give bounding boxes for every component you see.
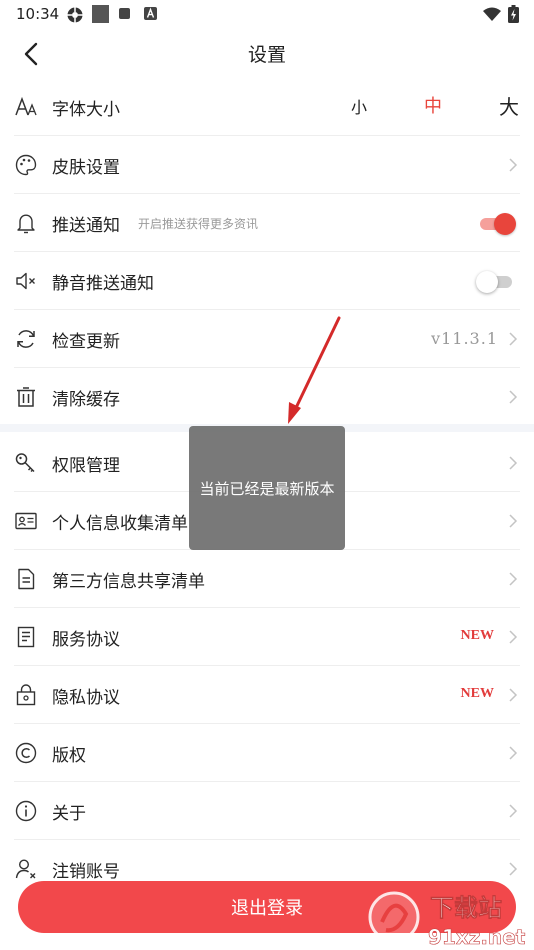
refresh-icon <box>17 330 35 348</box>
font-size-option-large[interactable]: 大 <box>499 91 519 120</box>
clear-cache-row[interactable]: 清除缓存 <box>0 368 534 426</box>
chevron-right-icon <box>509 158 518 172</box>
silent-push-row: 静音推送通知 <box>0 252 534 310</box>
font-size-row: 字体大小 小 中 大 <box>0 78 534 136</box>
copyright-row[interactable]: 版权 <box>0 724 534 782</box>
new-badge: NEW <box>460 686 494 701</box>
push-notification-row: 推送通知 开启推送获得更多资讯 <box>0 194 534 252</box>
document-icon <box>18 568 35 590</box>
service-agreement-row[interactable]: 服务协议 NEW <box>0 608 534 666</box>
chevron-right-icon <box>509 804 518 818</box>
copyright-icon <box>15 742 37 764</box>
chevron-right-icon <box>509 514 518 528</box>
privacy-agreement-label: 隐私协议 <box>52 688 120 708</box>
battery-charging-icon <box>508 5 519 23</box>
about-row[interactable]: 关于 <box>0 782 534 840</box>
version-value: v11.3.1 <box>431 329 498 348</box>
chevron-right-icon <box>509 688 518 702</box>
status-bar: 10:34 <box>0 0 534 30</box>
chevron-right-icon <box>509 862 518 876</box>
skin-settings-label: 皮肤设置 <box>52 158 120 178</box>
push-notification-label: 推送通知 <box>52 216 120 236</box>
chevron-right-icon <box>509 456 518 470</box>
speaker-mute-icon <box>16 272 35 290</box>
key-icon <box>15 453 35 473</box>
third-party-sharing-row[interactable]: 第三方信息共享清单 <box>0 550 534 608</box>
chevron-right-icon <box>509 746 518 760</box>
palette-icon <box>15 154 37 176</box>
chevron-right-icon <box>509 390 518 404</box>
settings-gear-notification-icon <box>67 7 83 23</box>
logout-button-label: 退出登录 <box>231 898 303 919</box>
new-badge: NEW <box>460 628 494 643</box>
chevron-right-icon <box>509 332 518 346</box>
chevron-right-icon <box>509 630 518 644</box>
skin-settings-row[interactable]: 皮肤设置 <box>0 136 534 194</box>
chevron-right-icon <box>509 572 518 586</box>
service-agreement-label: 服务协议 <box>52 630 120 650</box>
trash-icon <box>17 387 35 407</box>
top-bar: 设置 <box>0 30 534 76</box>
small-square-notification-icon <box>119 8 130 19</box>
copyright-label: 版权 <box>52 746 86 766</box>
lock-icon <box>16 684 36 706</box>
permission-management-label: 权限管理 <box>52 456 120 476</box>
silent-push-toggle[interactable] <box>476 270 516 293</box>
wifi-icon <box>483 7 501 21</box>
check-update-row[interactable]: 检查更新 v11.3.1 <box>0 310 534 368</box>
push-notification-hint: 开启推送获得更多资讯 <box>138 217 259 231</box>
clear-cache-label: 清除缓存 <box>52 390 120 410</box>
toast-message: 当前已经是最新版本 <box>199 479 335 498</box>
status-time: 10:34 <box>16 5 60 23</box>
silent-push-label: 静音推送通知 <box>52 274 154 294</box>
about-label: 关于 <box>52 804 86 824</box>
privacy-agreement-row[interactable]: 隐私协议 NEW <box>0 666 534 724</box>
square-notification-icon <box>92 5 109 23</box>
font-size-label: 字体大小 <box>52 100 120 120</box>
font-size-option-medium[interactable]: 中 <box>424 92 442 118</box>
user-remove-icon <box>15 859 36 879</box>
third-party-sharing-label: 第三方信息共享清单 <box>52 572 205 592</box>
toast: 当前已经是最新版本 <box>189 426 345 550</box>
personal-info-list-label: 个人信息收集清单 <box>52 514 188 534</box>
deregister-account-label: 注销账号 <box>52 862 120 882</box>
push-notification-toggle[interactable] <box>476 212 516 235</box>
id-card-icon <box>15 512 37 530</box>
font-size-option-small[interactable]: 小 <box>351 94 367 118</box>
bell-icon <box>17 214 35 234</box>
watermark-brand: 下载站 <box>430 894 502 922</box>
agreement-document-icon <box>17 626 35 648</box>
font-size-icon <box>15 96 37 116</box>
page-title: 设置 <box>247 44 286 66</box>
check-update-label: 检查更新 <box>52 332 120 352</box>
site-watermark: 下载站 91xz.net <box>368 891 526 949</box>
toggle-knob <box>494 213 516 235</box>
info-icon <box>15 800 37 822</box>
watermark-domain: 91xz.net <box>428 925 526 949</box>
a-letter-notification-icon <box>144 7 157 20</box>
toggle-knob <box>476 271 498 293</box>
